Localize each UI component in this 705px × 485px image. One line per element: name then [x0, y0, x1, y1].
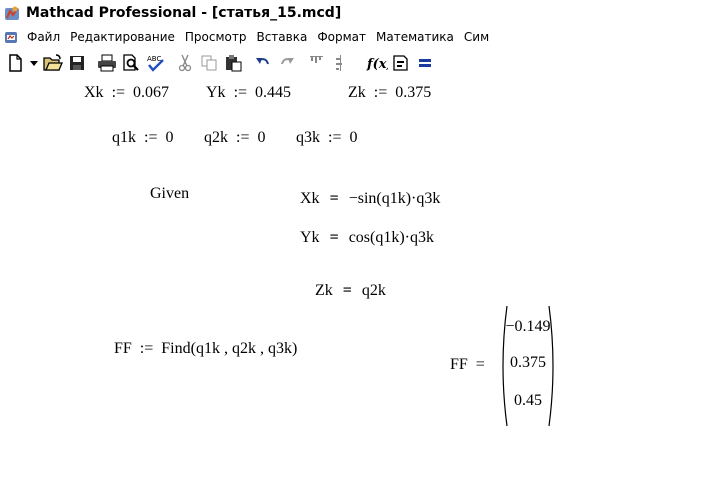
- bold-equal-operator: =: [329, 190, 339, 207]
- matrix-cell: −0.149: [505, 318, 551, 335]
- q2k-value: 0: [257, 129, 266, 146]
- q1k-value: 0: [165, 129, 174, 146]
- mathcad-app-icon[interactable]: [4, 5, 20, 21]
- print-preview-icon[interactable]: [120, 52, 142, 74]
- worksheet[interactable]: Xk := 0.067 Yk := 0.445 Zk := 0.375 q1k …: [0, 78, 705, 485]
- menu-edit[interactable]: Редактирование: [65, 30, 180, 44]
- redo-icon[interactable]: [276, 52, 298, 74]
- title-bar: Mathcad Professional - [статья_15.mcd]: [0, 0, 705, 26]
- zk-variable: Zk: [348, 84, 366, 101]
- yk-variable: Yk: [206, 84, 226, 101]
- assign-operator: :=: [236, 129, 250, 146]
- equation-zk[interactable]: Zk = q2k: [315, 282, 386, 300]
- bold-equal-operator: =: [329, 229, 339, 246]
- window-title: Mathcad Professional - [статья_15.mcd]: [26, 5, 342, 21]
- equation-lhs: Yk: [300, 229, 320, 246]
- equation-yk[interactable]: Yk = cos(q1k)·q3k: [300, 229, 434, 247]
- evaluate-operator: =: [475, 356, 485, 373]
- given-keyword[interactable]: Given: [150, 185, 189, 203]
- ff-find-definition[interactable]: FF := Find(q1k , q2k , q3k): [114, 340, 297, 358]
- q3k-assignment[interactable]: q3k := 0: [296, 129, 357, 147]
- menu-symbolics[interactable]: Сим: [459, 30, 494, 44]
- q1k-variable: q1k: [112, 129, 136, 146]
- align-horizontal-icon[interactable]: [306, 52, 328, 74]
- menu-view[interactable]: Просмотр: [180, 30, 252, 44]
- assign-operator: :=: [233, 84, 248, 101]
- equation-lhs: Zk: [315, 282, 333, 299]
- bold-equal-operator: =: [342, 282, 352, 299]
- assign-operator: :=: [328, 129, 342, 146]
- paste-icon[interactable]: [222, 52, 244, 74]
- matrix-cell: 0.45: [514, 392, 542, 409]
- equation-rhs: q2k: [361, 282, 386, 299]
- new-document-icon[interactable]: [4, 52, 26, 74]
- ff-result-variable: FF: [450, 356, 468, 373]
- copy-icon[interactable]: [198, 52, 220, 74]
- menu-math[interactable]: Математика: [371, 30, 459, 44]
- undo-icon[interactable]: [252, 52, 274, 74]
- equation-rhs: −sin(q1k)·q3k: [348, 190, 441, 207]
- dropdown-arrow-icon[interactable]: [28, 52, 40, 74]
- cut-icon[interactable]: [174, 52, 196, 74]
- save-icon[interactable]: [66, 52, 88, 74]
- find-function-call: Find(q1k , q2k , q3k): [161, 340, 298, 357]
- insert-unit-icon[interactable]: [390, 52, 412, 74]
- equation-rhs: cos(q1k)·q3k: [348, 229, 434, 246]
- q1k-assignment[interactable]: q1k := 0: [112, 129, 173, 147]
- xk-value: 0.067: [133, 84, 170, 101]
- evaluate-icon[interactable]: [414, 52, 436, 74]
- spell-check-icon[interactable]: ABC: [144, 52, 166, 74]
- q2k-assignment[interactable]: q2k := 0: [204, 129, 265, 147]
- menu-bar: Файл Редактирование Просмотр Вставка Фор…: [0, 26, 705, 48]
- menu-format[interactable]: Формат: [312, 30, 371, 44]
- assign-operator: :=: [111, 84, 126, 101]
- svg-text:f(x): f(x): [366, 57, 388, 72]
- equation-xk[interactable]: Xk = −sin(q1k)·q3k: [300, 190, 440, 208]
- result-matrix[interactable]: −0.149 0.375 0.45: [498, 304, 558, 428]
- q3k-value: 0: [349, 129, 358, 146]
- yk-assignment[interactable]: Yk := 0.445: [206, 84, 291, 102]
- xk-variable: Xk: [84, 84, 104, 101]
- menu-file[interactable]: Файл: [22, 30, 65, 44]
- svg-text:ABC: ABC: [147, 55, 161, 63]
- standard-toolbar: ABC f(x): [0, 48, 705, 78]
- menu-insert[interactable]: Вставка: [251, 30, 312, 44]
- matrix-cell: 0.375: [510, 354, 546, 371]
- q3k-variable: q3k: [296, 129, 320, 146]
- equation-lhs: Xk: [300, 190, 320, 207]
- mathcad-window: Mathcad Professional - [статья_15.mcd] Ф…: [0, 0, 705, 485]
- align-vertical-icon[interactable]: [330, 52, 352, 74]
- zk-assignment[interactable]: Zk := 0.375: [348, 84, 431, 102]
- assign-operator: :=: [373, 84, 388, 101]
- print-icon[interactable]: [96, 52, 118, 74]
- document-icon[interactable]: [4, 30, 18, 44]
- insert-function-icon[interactable]: f(x): [366, 52, 388, 74]
- ff-result[interactable]: FF =: [450, 356, 489, 374]
- open-folder-icon[interactable]: [42, 52, 64, 74]
- yk-value: 0.445: [255, 84, 292, 101]
- assign-operator: :=: [144, 129, 158, 146]
- ff-variable: FF: [114, 340, 132, 357]
- xk-assignment[interactable]: Xk := 0.067: [84, 84, 169, 102]
- assign-operator: :=: [139, 340, 154, 357]
- zk-value: 0.375: [395, 84, 432, 101]
- q2k-variable: q2k: [204, 129, 228, 146]
